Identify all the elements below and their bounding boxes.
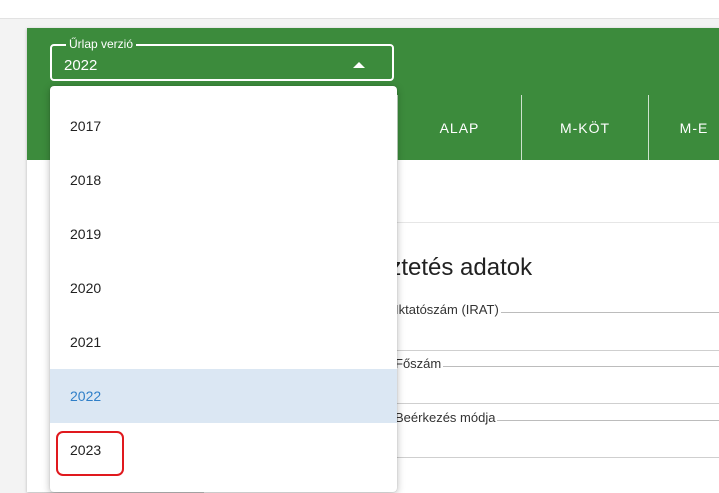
dropdown-option-2018[interactable]: 2018 <box>50 153 397 207</box>
dropdown-option-2020[interactable]: 2020 <box>50 261 397 315</box>
form-version-label: Űrlap verzió <box>66 37 137 51</box>
field-label-iktatoszam[interactable]: Iktatószám (IRAT) <box>395 302 501 317</box>
field-outline <box>395 366 719 367</box>
top-bar <box>0 0 719 19</box>
field-label-beerkezes-modja[interactable]: Beérkezés módja <box>395 410 498 425</box>
dropdown-option-2021[interactable]: 2021 <box>50 315 397 369</box>
field-label-foszam[interactable]: Főszám <box>395 356 444 371</box>
field-outline <box>395 403 719 404</box>
dropdown-option-2019[interactable]: 2019 <box>50 207 397 261</box>
form-version-value[interactable]: 2022 <box>64 57 97 75</box>
triangle-up-icon[interactable] <box>353 62 365 68</box>
dropdown-option-2022[interactable]: 2022 <box>50 369 397 423</box>
annotation-highlight-box <box>56 431 124 476</box>
dropdown-option-2017[interactable]: 2017 <box>50 99 397 153</box>
tab-alap[interactable]: ALAP <box>398 95 521 160</box>
tab-m-kot[interactable]: M-KÖT <box>522 95 648 160</box>
field-outline <box>395 457 719 458</box>
field-outline <box>395 350 719 351</box>
tab-m-e[interactable]: M-E <box>649 95 719 160</box>
